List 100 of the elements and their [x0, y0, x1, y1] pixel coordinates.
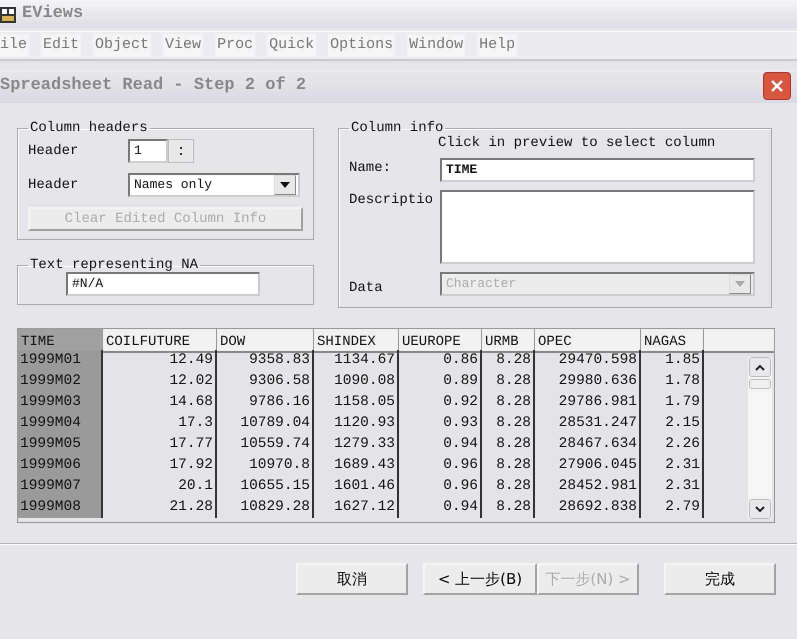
- scroll-down-icon[interactable]: [755, 506, 765, 512]
- column-header[interactable]: UEUROPE: [399, 329, 482, 353]
- field-label: Header: [28, 142, 80, 160]
- column-header[interactable]: COILFUTURE: [103, 329, 217, 353]
- table-cell: 17.3: [103, 413, 217, 434]
- table-cell: 8.28: [482, 455, 535, 476]
- field-label: Data: [349, 279, 384, 298]
- table-cell: 10559.74: [217, 434, 314, 455]
- table-cell: 28692.838: [535, 497, 641, 518]
- table-cell: 8.28: [482, 497, 535, 518]
- table-cell: 28531.247: [535, 413, 641, 434]
- table-cell: 2.31: [641, 476, 704, 497]
- dialog-button[interactable]: 完成: [664, 563, 776, 595]
- table-cell: 28467.634: [535, 434, 641, 455]
- table-cell: 1999M02: [18, 371, 103, 392]
- table-cell: 2.31: [641, 455, 704, 476]
- description-field[interactable]: [440, 190, 755, 264]
- menu-item[interactable]: Object: [93, 34, 152, 57]
- table-cell: 1999M06: [18, 455, 103, 476]
- name-field[interactable]: TIME: [440, 158, 755, 182]
- na-text-field[interactable]: #N/A: [66, 272, 260, 296]
- table-cell: 8.28: [482, 371, 535, 392]
- table-cell: 10829.28: [217, 497, 314, 518]
- table-cell: 1.78: [641, 371, 704, 392]
- menu-item[interactable]: Options: [328, 34, 396, 57]
- table-cell: 2.79: [641, 497, 704, 518]
- table-cell: 12.49: [103, 350, 217, 371]
- column-header[interactable]: URMB: [482, 329, 535, 353]
- menu-item[interactable]: View: [163, 34, 204, 57]
- table-cell: 17.92: [103, 455, 217, 476]
- table-cell: 29470.598: [535, 350, 641, 371]
- column-header[interactable]: SHINDEX: [314, 329, 399, 353]
- app-title: EViews: [22, 3, 84, 26]
- menu-item[interactable]: ile: [0, 34, 30, 57]
- table-cell: 1120.93: [314, 413, 399, 434]
- close-icon: [770, 79, 784, 93]
- field-label: Descriptio: [349, 191, 434, 210]
- table-cell: 1627.12: [314, 497, 399, 518]
- table-cell: 1999M01: [18, 350, 103, 371]
- table-cell: 8.28: [482, 350, 535, 371]
- header-dropdown[interactable]: Names only: [128, 173, 300, 197]
- column-header[interactable]: DOW: [217, 329, 314, 353]
- table-cell: 1999M08: [18, 497, 103, 518]
- table-cell: 29980.636: [535, 371, 641, 392]
- table-cell: 1.79: [641, 392, 704, 413]
- field-label: Header: [28, 176, 80, 194]
- table-cell: 21.28: [103, 497, 217, 518]
- table-cell: 10789.04: [217, 413, 314, 434]
- table-cell: 8.28: [482, 476, 535, 497]
- table-cell: 1999M03: [18, 392, 103, 413]
- scroll-up-icon[interactable]: [755, 364, 765, 370]
- app-icon: [0, 5, 16, 23]
- dialog-title: Spreadsheet Read - Step 2 of 2: [0, 75, 306, 98]
- table-cell: 1999M07: [18, 476, 103, 497]
- table-cell: 1999M04: [18, 413, 103, 434]
- caret-icon: [735, 281, 745, 287]
- menu-item[interactable]: Proc: [215, 34, 256, 57]
- table-cell: 2.26: [641, 434, 704, 455]
- table-cell: 0.93: [399, 413, 482, 434]
- dialog-button[interactable]: < 上一步(B): [423, 563, 537, 595]
- table-cell: 1689.43: [314, 455, 399, 476]
- table-cell: 8.28: [482, 413, 535, 434]
- table-cell: 1158.05: [314, 392, 399, 413]
- table-cell: 28452.981: [535, 476, 641, 497]
- table-cell: 0.96: [399, 476, 482, 497]
- table-cell: 9358.83: [217, 350, 314, 371]
- scroll-thumb[interactable]: [749, 379, 771, 389]
- scrollbar[interactable]: [748, 357, 772, 519]
- table-cell: 9786.16: [217, 392, 314, 413]
- table-cell: 0.94: [399, 434, 482, 455]
- field-label: Name:: [349, 159, 392, 178]
- table-cell: 8.28: [482, 392, 535, 413]
- menu-item[interactable]: Edit: [41, 34, 82, 57]
- table-cell: 0.89: [399, 371, 482, 392]
- column-header[interactable]: NAGAS: [641, 329, 704, 353]
- table-cell: 0.86: [399, 350, 482, 371]
- menu-item[interactable]: Quick: [267, 34, 316, 57]
- table-cell: 20.1: [103, 476, 217, 497]
- table-cell: 0.94: [399, 497, 482, 518]
- column-header[interactable]: OPEC: [535, 329, 641, 353]
- table-cell: 14.68: [103, 392, 217, 413]
- table-cell: 9306.58: [217, 371, 314, 392]
- table-cell: 2.15: [641, 413, 704, 434]
- group-title: Column headers: [29, 121, 149, 135]
- group-title: Text representing NA: [29, 258, 200, 272]
- close-button[interactable]: [763, 72, 791, 100]
- dialog-button[interactable]: 取消: [296, 563, 408, 595]
- table-cell: 27906.045: [535, 455, 641, 476]
- table-cell: 29786.981: [535, 392, 641, 413]
- group-title: Column info: [350, 121, 444, 135]
- table-cell: 10655.15: [217, 476, 314, 497]
- hint-text: Click in preview to select column: [438, 134, 716, 153]
- menu-item[interactable]: Help: [477, 34, 518, 57]
- table-cell: 17.77: [103, 434, 217, 455]
- table-cell: 10970.8: [217, 455, 314, 476]
- table-cell: 1134.67: [314, 350, 399, 371]
- table-cell: 1601.46: [314, 476, 399, 497]
- menu-item[interactable]: Window: [407, 34, 466, 57]
- table-cell: 0.92: [399, 392, 482, 413]
- table-cell: 1999M05: [18, 434, 103, 455]
